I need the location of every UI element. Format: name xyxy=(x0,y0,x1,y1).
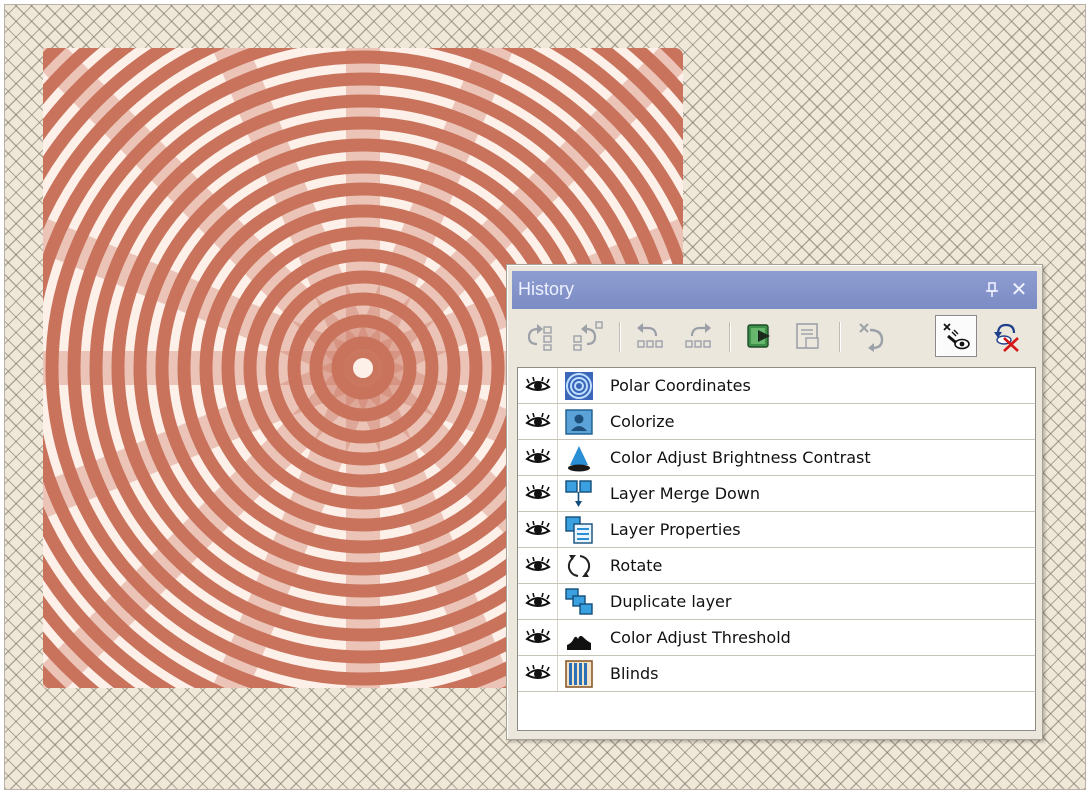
visibility-toggle[interactable] xyxy=(518,512,558,547)
redo-to-here-button[interactable] xyxy=(567,315,609,357)
history-palette: History ✕ Polar Coordinates Colorize Col… xyxy=(506,264,1043,740)
redo-icon xyxy=(685,323,711,348)
toolbar-separator xyxy=(729,322,731,352)
history-item-rotate[interactable]: Rotate xyxy=(518,548,1035,584)
toggle-visibility-button[interactable] xyxy=(935,315,977,357)
eye-icon xyxy=(524,448,551,463)
history-item-label: Colorize xyxy=(610,412,675,431)
history-toolbar xyxy=(515,312,1034,362)
eye-icon xyxy=(524,592,551,607)
visibility-toggle[interactable] xyxy=(518,584,558,619)
polar-coordinates-icon xyxy=(565,372,593,400)
history-item-label: Blinds xyxy=(610,664,659,683)
palette-title: History xyxy=(518,279,575,299)
brightness-contrast-icon xyxy=(568,446,590,472)
history-item-label: Duplicate layer xyxy=(610,592,732,611)
history-item-label: Color Adjust Brightness Contrast xyxy=(610,448,871,467)
toolbar-separator xyxy=(839,322,841,352)
eye-icon xyxy=(524,628,551,643)
undo-icon xyxy=(637,323,663,348)
history-item-layer-merge-down[interactable]: Layer Merge Down xyxy=(518,476,1035,512)
history-item-color-adjust-threshold[interactable]: Color Adjust Threshold xyxy=(518,620,1035,656)
rotate-icon xyxy=(567,555,591,577)
toolbar-separator xyxy=(619,322,621,352)
threshold-icon xyxy=(567,635,591,650)
pin-icon[interactable] xyxy=(983,281,1001,299)
redo-button[interactable] xyxy=(677,315,719,357)
visibility-toggle[interactable] xyxy=(518,404,558,439)
redo-to-here-icon xyxy=(573,321,603,351)
history-item-label: Rotate xyxy=(610,556,663,575)
clear-history-icon xyxy=(859,323,884,352)
close-icon[interactable]: ✕ xyxy=(1009,279,1029,299)
visibility-toggle[interactable] xyxy=(518,548,558,583)
history-item-layer-properties[interactable]: Layer Properties xyxy=(518,512,1035,548)
play-script-button[interactable] xyxy=(739,315,781,357)
layer-properties-icon xyxy=(565,516,593,544)
undo-to-here-button[interactable] xyxy=(519,315,561,357)
delete-history-icon xyxy=(994,323,1019,352)
history-item-label: Polar Coordinates xyxy=(610,376,751,395)
eye-icon xyxy=(524,520,551,535)
save-script-button[interactable] xyxy=(787,315,829,357)
visibility-toggle[interactable] xyxy=(518,656,558,691)
history-item-polar-coordinates[interactable]: Polar Coordinates xyxy=(518,368,1035,404)
visibility-toggle[interactable] xyxy=(518,440,558,475)
eye-icon xyxy=(524,412,551,427)
visibility-toggle[interactable] xyxy=(518,620,558,655)
toggle-visibility-icon xyxy=(943,323,970,350)
eye-icon xyxy=(524,664,551,679)
clear-history-button[interactable] xyxy=(851,315,893,357)
eye-icon xyxy=(524,376,551,391)
history-list: Polar Coordinates Colorize Color Adjust xyxy=(517,367,1036,731)
save-script-icon xyxy=(796,323,819,349)
eye-icon xyxy=(524,484,551,499)
history-item-label: Layer Properties xyxy=(610,520,741,539)
visibility-toggle[interactable] xyxy=(518,476,558,511)
history-item-brightness-contrast[interactable]: Color Adjust Brightness Contrast xyxy=(518,440,1035,476)
layer-merge-down-icon xyxy=(565,480,592,507)
duplicate-layer-icon xyxy=(565,588,593,615)
play-script-icon xyxy=(747,324,770,348)
history-item-blinds[interactable]: Blinds xyxy=(518,656,1035,692)
history-item-duplicate-layer[interactable]: Duplicate layer xyxy=(518,584,1035,620)
undo-button[interactable] xyxy=(629,315,671,357)
palette-title-bar[interactable]: History ✕ xyxy=(512,271,1037,309)
blinds-icon xyxy=(565,660,593,688)
colorize-icon xyxy=(565,409,593,435)
eye-icon xyxy=(524,556,551,571)
history-item-colorize[interactable]: Colorize xyxy=(518,404,1035,440)
undo-to-here-icon xyxy=(527,324,552,351)
delete-history-button[interactable] xyxy=(983,315,1025,357)
history-item-label: Color Adjust Threshold xyxy=(610,628,791,647)
history-item-label: Layer Merge Down xyxy=(610,484,761,503)
visibility-toggle[interactable] xyxy=(518,368,558,403)
